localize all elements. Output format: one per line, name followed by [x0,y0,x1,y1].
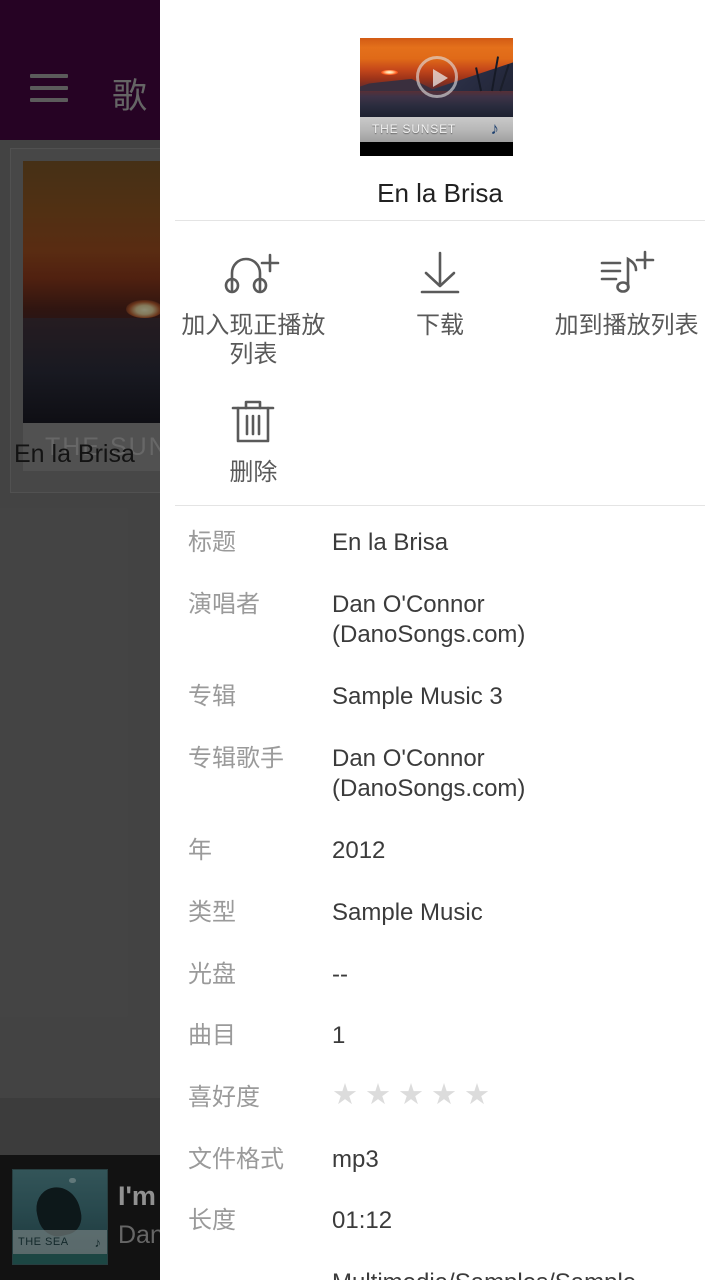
metadata-key: 年 [188,837,212,865]
metadata-key: 路径 [188,1268,332,1280]
metadata-row-path: 路径 Multimedia/Samples/Sample Music 1.mp3 [160,1268,720,1280]
action-download[interactable]: 下载 [347,243,534,370]
download-arrow-icon [413,243,467,305]
metadata-key: 专辑歌手 [188,744,284,772]
mini-player-artwork: THE SEA ♪ [12,1169,108,1265]
star-icon[interactable]: ★ [365,1080,391,1110]
action-label: 加入现正播放列表 [181,312,326,369]
star-icon[interactable]: ★ [464,1080,490,1110]
dialog-song-title: En la Brisa [377,178,503,208]
song-details-dialog: THE SUNSET ♪ En la Brisa 加入现正播放列表 下载 加到播… [160,0,720,1280]
background-toolbar-title: 歌 [112,77,149,116]
action-add-to-playlist[interactable]: 加到播放列表 [533,243,720,370]
mini-player-caption-text: THE SEA [18,1236,69,1248]
music-note-icon: ♪ [94,1234,102,1250]
metadata-value: mp3 [332,1145,379,1173]
metadata-key: 喜好度 [188,1083,260,1111]
screen-root: 歌 THE SUN En la Brisa THE SEA ♪ I'm G Da… [0,0,720,1280]
play-button-icon[interactable] [415,55,458,98]
metadata-row-rating: 喜好度 ★ ★ ★ ★ ★ [160,1080,720,1114]
metadata-list: 标题 En la Brisa 演唱者 Dan O'Connor (DanoSon… [160,506,720,1280]
dialog-header: THE SUNSET ♪ En la Brisa [160,0,720,220]
star-icon[interactable]: ★ [398,1080,424,1110]
action-label: 删除 [229,458,278,486]
trash-icon [227,390,279,452]
music-note-icon: ♪ [490,119,500,139]
metadata-key: 文件格式 [188,1145,284,1173]
metadata-key: 曲目 [188,1022,236,1050]
action-buttons-grid: 加入现正播放列表 下载 加到播放列表 删除 [160,221,720,505]
metadata-row-title: 标题 En la Brisa [160,528,720,559]
metadata-row-track: 曲目 1 [160,1021,720,1052]
artwork-caption-text: THE SUNSET [372,122,457,137]
metadata-value: ★ ★ ★ ★ ★ [332,1080,662,1110]
playlist-add-icon [598,243,656,305]
star-icon[interactable]: ★ [332,1080,358,1110]
action-label: 下载 [415,312,464,339]
metadata-key: 演唱者 [188,590,260,618]
metadata-value: Sample Music 3 [332,682,503,710]
metadata-row-album: 专辑 Sample Music 3 [160,682,720,713]
metadata-value: 1 [332,1022,346,1050]
metadata-key: 标题 [188,528,236,556]
action-slot-empty-2 [533,390,720,487]
metadata-value: Dan O'Connor (DanoSongs.com) [332,744,526,803]
metadata-row-format: 文件格式 mp3 [160,1145,720,1176]
action-add-to-now-playing[interactable]: 加入现正播放列表 [160,243,347,370]
metadata-value: Dan O'Connor (DanoSongs.com) [332,590,526,649]
rating-stars[interactable]: ★ ★ ★ ★ ★ [332,1080,662,1110]
song-artwork[interactable]: THE SUNSET ♪ [360,38,513,156]
metadata-value: Multimedia/Samples/Sample Music 1.mp3 [332,1268,662,1280]
metadata-value: 01:12 [332,1207,393,1235]
metadata-value: -- [332,960,348,988]
metadata-row-disc: 光盘 -- [160,960,720,991]
star-icon[interactable]: ★ [431,1080,457,1110]
metadata-key: 专辑 [188,682,236,710]
metadata-value: En la Brisa [332,528,449,556]
action-slot-empty-1 [347,390,534,487]
metadata-row-genre: 类型 Sample Music [160,898,720,929]
metadata-row-year: 年 2012 [160,836,720,867]
headphones-plus-icon [224,243,282,305]
hamburger-menu-icon[interactable] [30,74,68,102]
metadata-value: 2012 [332,837,386,865]
metadata-key: 长度 [188,1207,236,1235]
action-delete[interactable]: 删除 [160,390,347,487]
background-album-title: En la Brisa [14,440,135,468]
metadata-key: 光盘 [188,960,236,988]
metadata-key: 类型 [188,898,236,926]
metadata-value: Sample Music [332,898,483,926]
action-label: 加到播放列表 [554,312,699,339]
metadata-row-album-artist: 专辑歌手 Dan O'Connor (DanoSongs.com) [160,744,720,805]
metadata-row-duration: 长度 01:12 [160,1206,720,1237]
metadata-row-artist: 演唱者 Dan O'Connor (DanoSongs.com) [160,590,720,651]
